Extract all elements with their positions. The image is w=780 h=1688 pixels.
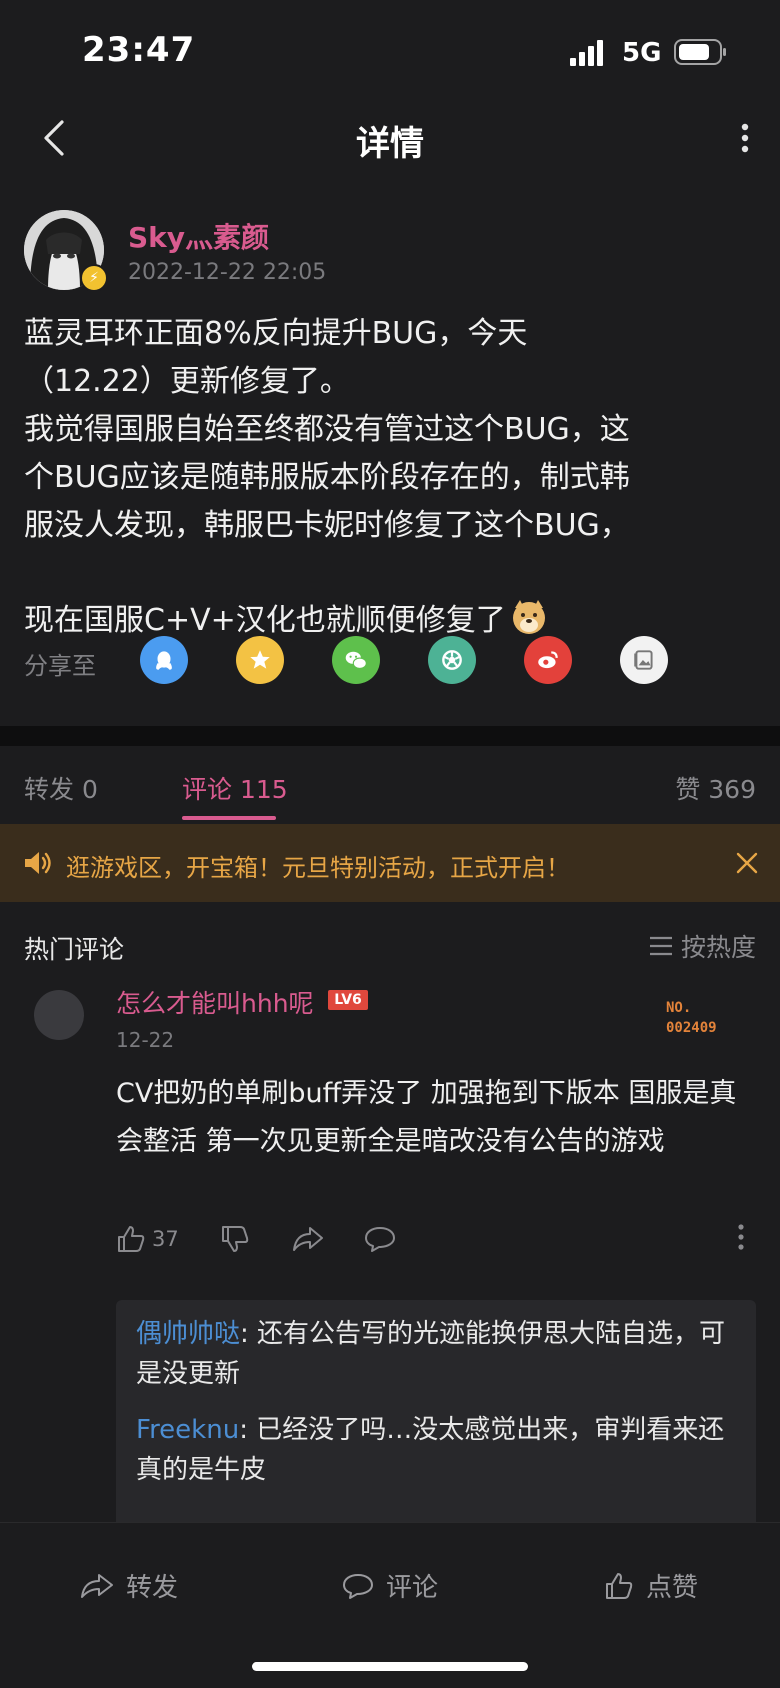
page-title: 详情 [356, 124, 424, 164]
commenter-avatar[interactable] [34, 990, 84, 1040]
more-vertical-icon [738, 1224, 744, 1250]
floor-number-badge: NO. 002409 [666, 998, 717, 1038]
like-button[interactable]: 点赞 [604, 1567, 698, 1604]
share-arrow-icon [293, 1227, 323, 1251]
floor-number-value: 002409 [666, 1020, 717, 1036]
status-time: 23:47 [82, 30, 196, 70]
like-count: 37 [152, 1227, 179, 1251]
notice-close-button[interactable] [730, 846, 764, 880]
repost-button[interactable]: 转发 [80, 1567, 178, 1604]
share-qzone-button[interactable] [236, 636, 284, 684]
hot-comments-title: 热门评论 [24, 935, 125, 964]
hot-comments-header: 热门评论 按热度 [24, 924, 756, 964]
home-indicator [252, 1662, 528, 1671]
like-label: 点赞 [646, 1573, 699, 1603]
sort-button[interactable]: 按热度 [649, 928, 756, 964]
comment-text: CV把奶的单刷buff弄没了 加强拖到下版本 国服是真会整活 第一次见更新全是暗… [116, 1078, 737, 1157]
floor-number-label: NO. [666, 1000, 692, 1016]
tab-comments[interactable]: 评论 115 [182, 770, 288, 806]
notice-banner[interactable]: 逛游戏区，开宝箱！元旦特别活动，正式开启！ [0, 824, 780, 902]
share-arrow-icon [81, 1573, 113, 1598]
status-bar: 23:47 5G [0, 0, 780, 100]
interaction-tabs: 转发 0 评论 115 赞 369 [0, 746, 780, 824]
wechat-icon [345, 651, 367, 669]
share-row: 分享至 [24, 636, 764, 688]
reply-item[interactable]: Freeknu: 已经没了吗…没太感觉出来，审判看来还真的是牛皮 [136, 1410, 736, 1490]
sort-label: 按热度 [680, 933, 756, 962]
tab-likes[interactable]: 赞 369 [675, 770, 756, 806]
chat-bubble-icon [365, 1227, 395, 1252]
moments-icon [442, 650, 462, 670]
nav-bar: 详情 [0, 100, 780, 180]
reply-list[interactable]: 偶帅帅哒: 还有公告写的光迹能换伊思大陆自选，可是没更新 Freeknu: 已经… [116, 1300, 756, 1540]
share-weibo-button[interactable] [524, 636, 572, 684]
post-author: ⚡ Sky灬素颜 2022-12-22 22:05 [24, 208, 764, 292]
comment-more-button[interactable] [738, 1224, 744, 1250]
author-name[interactable]: Sky灬素颜 [128, 216, 269, 256]
share-wechat-button[interactable] [332, 636, 380, 684]
comment-share-button[interactable] [292, 1224, 324, 1254]
comment-reply-button[interactable] [364, 1224, 396, 1254]
reply-item[interactable]: 偶帅帅哒: 还有公告写的光迹能换伊思大陆自选，可是没更新 [136, 1314, 736, 1394]
battery-icon [674, 39, 726, 65]
network-type: 5G [622, 38, 662, 68]
level-badge: LV6 [328, 990, 368, 1010]
qq-icon [156, 651, 172, 670]
active-tab-indicator [182, 816, 276, 820]
tab-repost[interactable]: 转发 0 [24, 770, 98, 806]
list-sort-icon [649, 936, 672, 956]
commenter-name[interactable]: 怎么才能叫hhh呢 [116, 984, 314, 1020]
image-save-icon [634, 650, 653, 670]
qzone-icon [250, 650, 270, 669]
comment-dislike-button[interactable] [220, 1224, 250, 1254]
speaker-icon [25, 852, 51, 874]
reply-author[interactable]: 偶帅帅哒 [136, 1319, 240, 1349]
share-label: 分享至 [24, 652, 96, 680]
close-icon [736, 852, 758, 874]
post-content: 蓝灵耳环正面8%反向提升BUG，今天 （12.22）更新修复了。 我觉得国服自始… [24, 310, 754, 651]
weibo-icon [538, 651, 558, 669]
signal-icon [570, 40, 603, 66]
thumbs-up-icon [118, 1226, 145, 1252]
comment-button[interactable]: 评论 [342, 1567, 438, 1604]
thumbs-down-icon [222, 1226, 249, 1252]
more-vertical-icon [741, 123, 749, 153]
section-divider [0, 726, 780, 746]
comment-date: 12-22 [116, 1028, 175, 1052]
notice-text: 逛游戏区，开宝箱！元旦特别活动，正式开启！ [66, 854, 570, 882]
chat-bubble-icon [343, 1573, 373, 1599]
thumbs-up-icon [606, 1572, 633, 1599]
comment-like-button[interactable]: 37 [116, 1224, 179, 1254]
more-button[interactable] [730, 118, 760, 158]
repost-label: 转发 [126, 1573, 179, 1603]
share-moments-button[interactable] [428, 636, 476, 684]
post-date: 2022-12-22 22:05 [128, 260, 327, 285]
share-qq-button[interactable] [140, 636, 188, 684]
comment-label: 评论 [386, 1573, 439, 1603]
verified-badge-icon: ⚡ [80, 264, 108, 292]
share-image-save-button[interactable] [620, 636, 668, 684]
reply-author[interactable]: Freeknu [136, 1415, 239, 1445]
comment-actions: 37 [116, 1224, 756, 1264]
